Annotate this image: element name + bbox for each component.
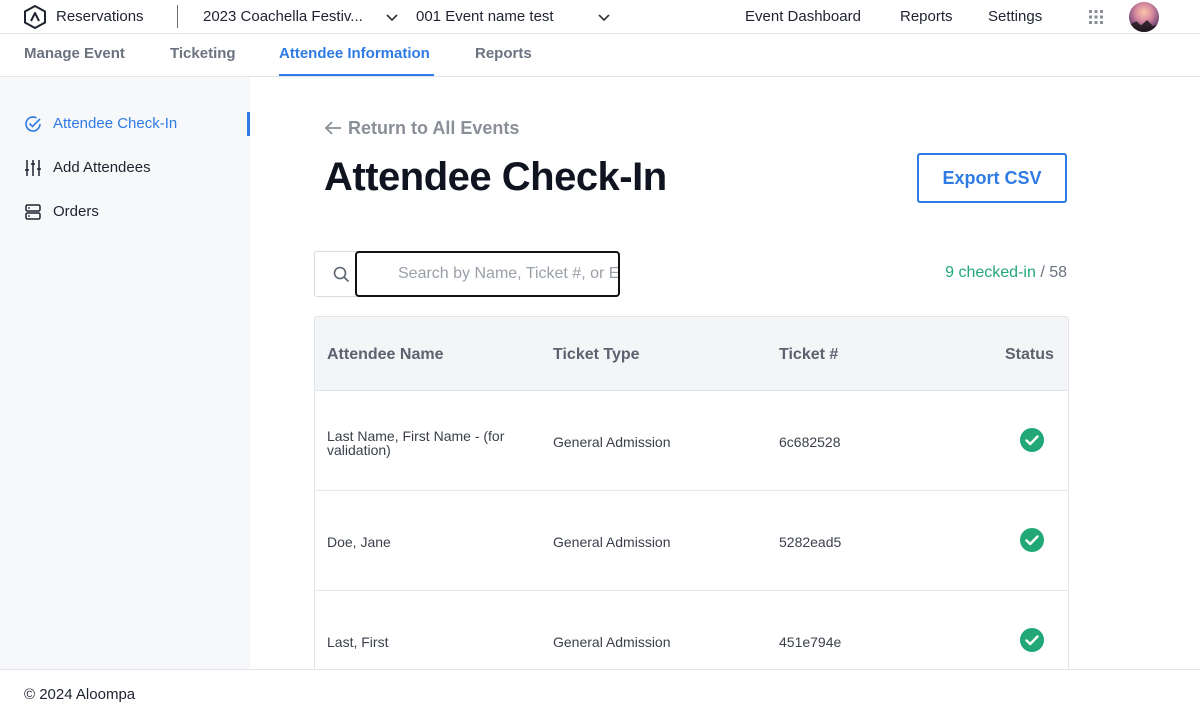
- column-header-ticket-number[interactable]: Ticket #: [779, 346, 838, 364]
- sidebar-item-add-attendees[interactable]: Add Attendees: [24, 156, 250, 180]
- search-input[interactable]: [355, 251, 620, 297]
- chevron-down-icon[interactable]: [385, 10, 399, 24]
- column-header-attendee-name[interactable]: Attendee Name: [327, 346, 443, 364]
- sidebar-item-label: Orders: [53, 203, 99, 220]
- return-to-all-events-link[interactable]: Return to All Events: [324, 118, 519, 139]
- checked-in-icon[interactable]: [1020, 528, 1044, 552]
- check-circle-icon: [25, 116, 41, 132]
- search-icon: [333, 266, 350, 283]
- active-indicator: [247, 112, 250, 136]
- sidebar: Attendee Check-In Add Attendees Orders: [0, 77, 250, 669]
- apps-grid-icon[interactable]: [1089, 10, 1103, 24]
- ticket-number: 6c682528: [779, 434, 841, 450]
- logo-icon[interactable]: [23, 5, 47, 29]
- table-row[interactable]: Last Name, First Name - (for validation)…: [315, 391, 1068, 491]
- ticket-type: General Admission: [553, 634, 671, 650]
- back-link-label: Return to All Events: [348, 118, 520, 138]
- nav-settings[interactable]: Settings: [988, 8, 1042, 25]
- ticket-number: 5282ead5: [779, 534, 842, 550]
- page-title: Attendee Check-In: [324, 155, 667, 199]
- ticket-type: General Admission: [553, 434, 671, 450]
- tab-manage-event[interactable]: Manage Event: [24, 45, 125, 62]
- ticket-type: General Admission: [553, 534, 671, 550]
- attendee-name: Last, First: [327, 634, 389, 650]
- checked-in-value: 9 checked-in: [945, 264, 1036, 281]
- event-tabs: Manage Event Ticketing Attendee Informat…: [0, 34, 1200, 77]
- attendee-name: Doe, Jane: [327, 534, 391, 550]
- column-header-status[interactable]: Status: [1005, 346, 1054, 364]
- active-tab-indicator: [279, 74, 434, 76]
- nav-event-dashboard[interactable]: Event Dashboard: [745, 8, 861, 25]
- server-icon: [25, 204, 41, 220]
- column-header-ticket-type[interactable]: Ticket Type: [553, 346, 640, 364]
- attendee-table: Attendee Name Ticket Type Ticket # Statu…: [314, 316, 1069, 676]
- table-row[interactable]: Doe, Jane General Admission 5282ead5: [315, 491, 1068, 591]
- event-name-selector[interactable]: 001 Event name test: [416, 8, 554, 25]
- arrow-left-icon: [324, 121, 341, 135]
- tab-attendee-information[interactable]: Attendee Information: [279, 45, 430, 62]
- checked-in-icon[interactable]: [1020, 428, 1044, 452]
- sidebar-item-orders[interactable]: Orders: [24, 200, 250, 224]
- tab-reports[interactable]: Reports: [475, 45, 532, 62]
- ticket-number: 451e794e: [779, 634, 842, 650]
- total-value: / 58: [1040, 264, 1067, 281]
- top-bar: Reservations 2023 Coachella Festiv... 00…: [0, 0, 1200, 34]
- checked-in-count: 9 checked-in / 58: [945, 264, 1067, 282]
- divider: [177, 5, 178, 28]
- nav-reports[interactable]: Reports: [900, 8, 953, 25]
- search-box: [314, 251, 620, 297]
- tab-ticketing[interactable]: Ticketing: [170, 45, 236, 62]
- sliders-icon: [25, 160, 41, 176]
- event-selector[interactable]: 2023 Coachella Festiv...: [203, 8, 379, 25]
- table-row[interactable]: Last, First General Admission 451e794e: [315, 591, 1068, 675]
- user-avatar[interactable]: [1129, 2, 1159, 32]
- export-csv-button[interactable]: Export CSV: [917, 153, 1067, 203]
- copyright-text: © 2024 Aloompa: [24, 686, 136, 703]
- sidebar-item-attendee-check-in[interactable]: Attendee Check-In: [24, 112, 250, 136]
- brand-name[interactable]: Reservations: [56, 8, 144, 25]
- footer: © 2024 Aloompa: [0, 669, 1200, 720]
- sidebar-item-label: Add Attendees: [53, 159, 151, 176]
- chevron-down-icon[interactable]: [597, 10, 611, 24]
- table-header: Attendee Name Ticket Type Ticket # Statu…: [315, 317, 1068, 391]
- sidebar-item-label: Attendee Check-In: [53, 115, 178, 132]
- attendee-name: Last Name, First Name - (for validation): [327, 428, 505, 458]
- checked-in-icon[interactable]: [1020, 628, 1044, 652]
